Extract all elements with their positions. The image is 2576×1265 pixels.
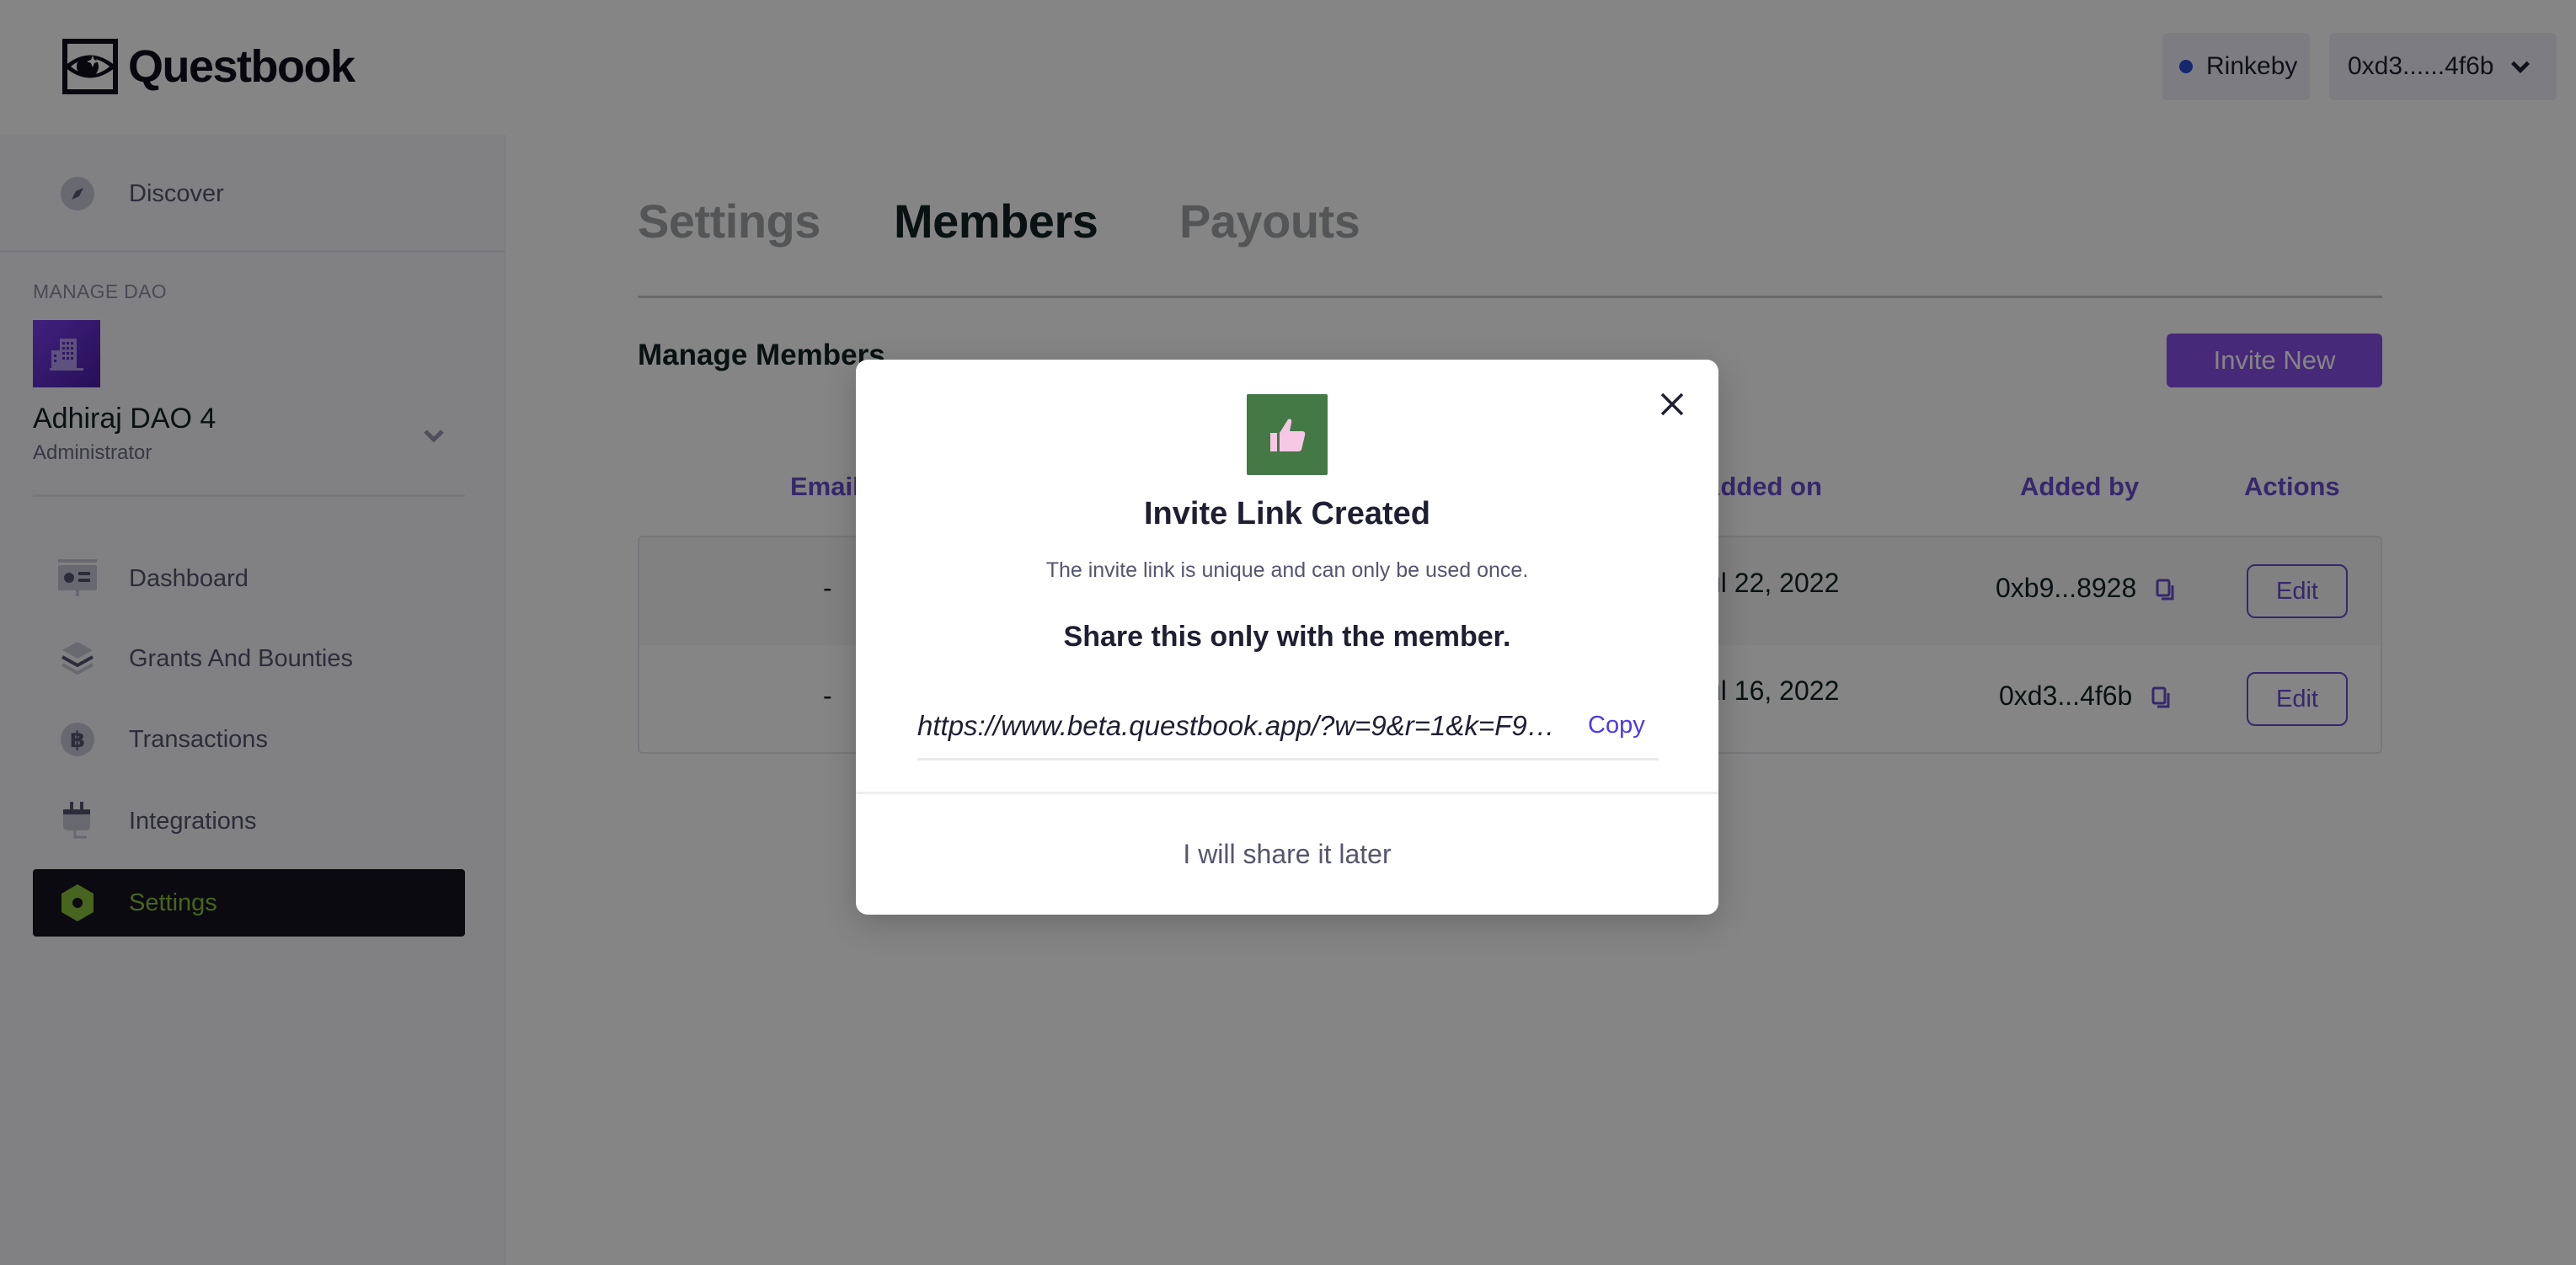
modal-title: Invite Link Created — [1144, 496, 1430, 531]
close-icon — [1660, 392, 1684, 416]
close-modal-button[interactable] — [1654, 387, 1690, 422]
modal-share-note: Share this only with the member. — [1063, 621, 1511, 653]
invite-link-modal: Invite Link Created The invite link is u… — [856, 360, 1718, 915]
copy-link-button[interactable]: Copy — [1588, 712, 1645, 739]
invite-link-text[interactable]: https://www.beta.questbook.app/?w=9&r=1&… — [917, 710, 1563, 742]
modal-subtitle: The invite link is unique and can only b… — [1045, 558, 1529, 582]
share-later-button[interactable]: I will share it later — [856, 794, 1718, 915]
invite-link-field: https://www.beta.questbook.app/?w=9&r=1&… — [917, 693, 1659, 761]
success-badge — [1247, 394, 1328, 475]
thumbs-up-icon — [1270, 419, 1306, 451]
